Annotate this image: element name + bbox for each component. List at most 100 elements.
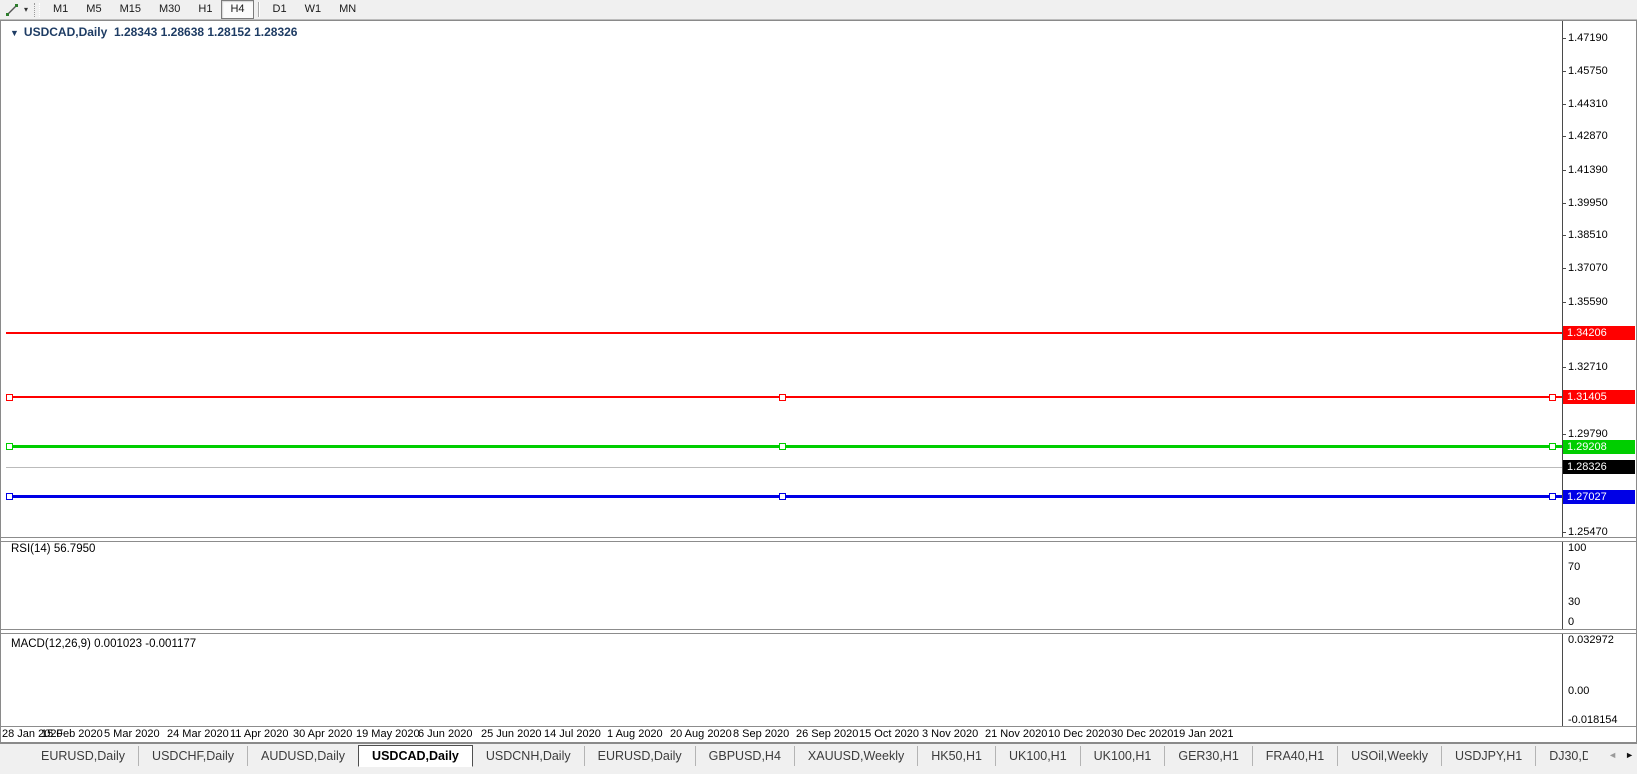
trading-terminal: ▾ M1 M5 M15 M30 H1 H4 D1 W1 MN ▼ USDCAD,Daily 1.2… [0, 0, 1637, 774]
price-axis-tick [1562, 532, 1566, 533]
price-badge-1.29208: 1.29208 [1563, 440, 1635, 454]
horizontal-line-1.34206[interactable] [6, 332, 1562, 334]
chart-tab-bar: EURUSD,Daily USDCHF,Daily AUDUSD,Daily USDC… [0, 743, 1637, 774]
chart-tab-usdchf-daily[interactable]: USDCHF,Daily [138, 746, 247, 766]
price-axis-tick [1562, 268, 1566, 269]
date-axis-label: 30 Dec 2020 [1111, 728, 1174, 740]
timeframe-button-m5[interactable]: M5 [77, 0, 110, 19]
price-badge-1.34206: 1.34206 [1563, 326, 1635, 340]
date-axis-label: 3 Nov 2020 [922, 728, 979, 740]
timeframe-buttons: M1 M5 M15 M30 H1 H4 D1 W1 MN [44, 0, 365, 19]
date-axis-label: 5 Mar 2020 [104, 728, 160, 740]
chart-tab-xauusd-weekly[interactable]: XAUUSD,Weekly [793, 746, 917, 766]
price-badge-1.28326: 1.28326 [1563, 460, 1635, 474]
chart-tab-gbpusd-h4[interactable]: GBPUSD,H4 [694, 746, 794, 766]
price-axis-label: 1.29790 [1568, 428, 1608, 440]
chart-title-collapse-icon[interactable]: ▼ [10, 28, 19, 38]
date-axis-label: 20 Aug 2020 [670, 728, 732, 740]
date-axis-label: 25 Jun 2020 [481, 728, 542, 740]
macd-axis-label: -0.018154 [1568, 714, 1618, 726]
price-axis-label: 1.47190 [1568, 32, 1608, 44]
date-axis-label: 15 Oct 2020 [859, 728, 919, 740]
date-axis-label: 30 Apr 2020 [293, 728, 353, 740]
line-handle-right[interactable] [1549, 443, 1556, 450]
chart-tabs: EURUSD,Daily USDCHF,Daily AUDUSD,Daily USDC… [28, 744, 1588, 768]
rsi-pane-separator[interactable] [1, 537, 1636, 542]
toolbar-grip[interactable] [34, 2, 40, 17]
line-handle-left[interactable] [6, 394, 13, 401]
timeframe-button-h4[interactable]: H4 [221, 0, 254, 19]
timeframe-button-m30[interactable]: M30 [150, 0, 189, 19]
date-axis-label: 6 Jun 2020 [418, 728, 473, 740]
timeframe-button-d1[interactable]: D1 [264, 0, 296, 19]
price-badge-1.31405: 1.31405 [1563, 390, 1635, 404]
date-axis-label: 21 Nov 2020 [985, 728, 1048, 740]
price-axis-tick [1562, 302, 1566, 303]
rsi-axis-label: 70 [1568, 561, 1581, 573]
toolbar-separator [257, 2, 260, 17]
chart-tab-dj30-daily[interactable]: DJ30,Daily [1535, 746, 1588, 766]
chart-tab-usoil-weekly[interactable]: USOil,Weekly [1337, 746, 1441, 766]
price-axis-label: 1.42870 [1568, 130, 1608, 142]
date-axis-label: 10 Dec 2020 [1048, 728, 1111, 740]
line-handle-center[interactable] [779, 493, 786, 500]
chart-tab-usdcnh-daily[interactable]: USDCNH,Daily [473, 746, 584, 766]
timeframe-button-mn[interactable]: MN [330, 0, 365, 19]
price-axis-tick [1562, 104, 1566, 105]
price-axis-tick [1562, 434, 1566, 435]
price-axis-tick [1562, 71, 1566, 72]
tool-dropdown-caret[interactable]: ▾ [21, 5, 31, 14]
timeframe-button-h1[interactable]: H1 [189, 0, 221, 19]
chart-tab-eurusd-daily[interactable]: EURUSD,Daily [28, 746, 138, 766]
macd-axis-label: 0.032972 [1568, 634, 1614, 646]
line-tool-glyph [6, 3, 18, 16]
chart-tab-fra40-h1[interactable]: FRA40,H1 [1251, 746, 1337, 766]
timeframe-button-m15[interactable]: M15 [111, 0, 150, 19]
date-axis-separator [1, 726, 1636, 727]
line-tool-icon[interactable] [3, 2, 21, 18]
line-handle-right[interactable] [1549, 493, 1556, 500]
rsi-axis-label: 0 [1568, 616, 1575, 628]
date-axis-label: 26 Sep 2020 [796, 728, 859, 740]
chart-tab-usdjpy-h1[interactable]: USDJPY,H1 [1441, 746, 1535, 766]
timeframe-button-m1[interactable]: M1 [44, 0, 77, 19]
macd-label: MACD(12,26,9) 0.001023 -0.001177 [11, 638, 197, 650]
price-axis-tick [1562, 136, 1566, 137]
tab-scroll-right-icon[interactable]: ► [1625, 748, 1634, 762]
price-axis-tick [1562, 235, 1566, 236]
line-handle-center[interactable] [779, 394, 786, 401]
price-axis-label: 1.45750 [1568, 65, 1608, 77]
chart-tab-eurusd-daily[interactable]: EURUSD,Daily [583, 746, 695, 766]
macd-pane-separator[interactable] [1, 629, 1636, 634]
date-axis-label: 24 Mar 2020 [167, 728, 229, 740]
current-price-line [6, 467, 1562, 468]
timeframe-toolbar: ▾ M1 M5 M15 M30 H1 H4 D1 W1 MN [0, 0, 1637, 20]
chart-title-ohlc: 1.28343 1.28638 1.28152 1.28326 [113, 25, 298, 39]
chart-tab-ger30-h1[interactable]: GER30,H1 [1164, 746, 1251, 766]
line-handle-left[interactable] [6, 443, 13, 450]
date-axis-label: 8 Sep 2020 [733, 728, 790, 740]
line-handle-right[interactable] [1549, 394, 1556, 401]
line-handle-left[interactable] [6, 493, 13, 500]
date-axis-label: 15 Feb 2020 [41, 728, 103, 740]
price-axis-label: 1.41390 [1568, 164, 1608, 176]
price-axis-tick [1562, 203, 1566, 204]
timeframe-button-w1[interactable]: W1 [296, 0, 331, 19]
rsi-axis-label: 100 [1568, 542, 1587, 554]
chart-tab-audusd-daily[interactable]: AUDUSD,Daily [247, 746, 358, 766]
line-handle-center[interactable] [779, 443, 786, 450]
tab-scroll-arrows: ◄ ► [1608, 748, 1634, 762]
chart-tab-hk50-h1[interactable]: HK50,H1 [917, 746, 995, 766]
price-axis-label: 1.44310 [1568, 98, 1608, 110]
chart-tab-uk100-h1[interactable]: UK100,H1 [994, 746, 1080, 766]
price-axis-label: 1.38510 [1568, 229, 1608, 241]
chart-tab-uk100-h1[interactable]: UK100,H1 [1079, 746, 1165, 766]
price-axis-label: 1.39950 [1568, 197, 1608, 209]
price-axis-tick [1562, 170, 1566, 171]
chart-title-symbol: USDCAD,Daily [23, 25, 108, 39]
price-axis-label: 1.35590 [1568, 296, 1608, 308]
tab-scroll-left-icon[interactable]: ◄ [1608, 748, 1617, 762]
chart-tab-usdcad-daily[interactable]: USDCAD,Daily [358, 745, 473, 767]
macd-axis-label: 0.00 [1568, 685, 1590, 697]
date-axis-label: 11 Apr 2020 [230, 728, 289, 740]
